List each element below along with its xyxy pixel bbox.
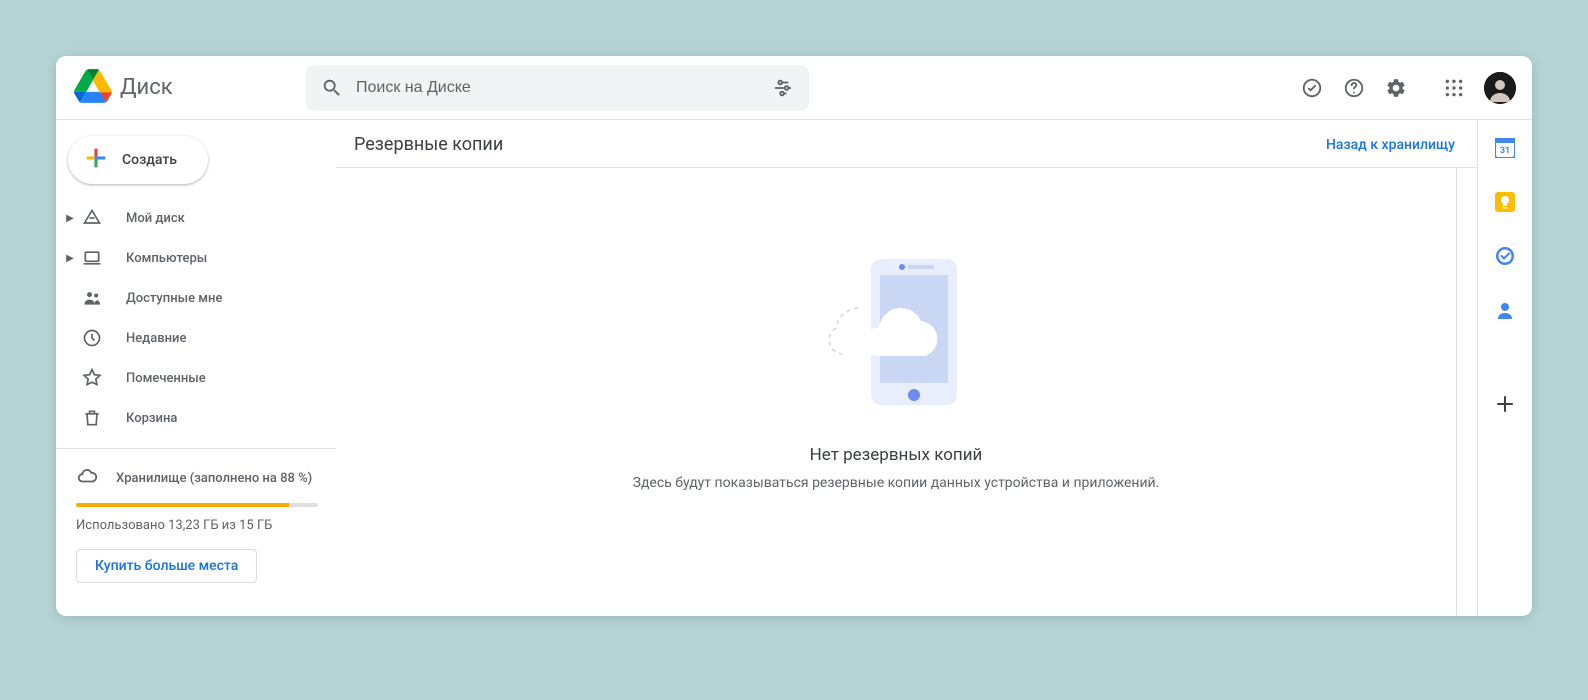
shared-icon — [80, 286, 104, 310]
star-icon — [80, 366, 104, 390]
svg-text:31: 31 — [1500, 146, 1510, 156]
create-button[interactable]: Создать — [68, 136, 208, 184]
settings-gear-icon[interactable] — [1384, 76, 1408, 100]
app-window: Диск — [56, 56, 1532, 616]
storage-link[interactable]: Хранилище (заполнено на 88 %) — [76, 459, 318, 503]
apps-grid-icon[interactable] — [1442, 76, 1466, 100]
sidebar-item-label: Доступные мне — [126, 291, 222, 306]
add-app-button[interactable] — [1495, 394, 1515, 414]
storage-progress — [76, 503, 318, 507]
storage-usage-text: Использовано 13,23 ГБ из 15 ГБ — [76, 517, 318, 535]
sidebar-item-my-drive[interactable]: ▶ Мой диск — [56, 198, 336, 238]
sidebar-item-shared[interactable]: Доступные мне — [56, 278, 336, 318]
chevron-right-icon: ▶ — [64, 253, 76, 264]
sidebar-item-computers[interactable]: ▶ Компьютеры — [56, 238, 336, 278]
buy-storage-button[interactable]: Купить больше места — [76, 549, 257, 583]
logo-area[interactable]: Диск — [68, 69, 306, 107]
keep-app-icon[interactable] — [1495, 192, 1515, 212]
storage-section: Хранилище (заполнено на 88 %) Использова… — [56, 459, 336, 583]
storage-label: Хранилище (заполнено на 88 %) — [116, 471, 312, 486]
sidebar-item-label: Корзина — [126, 411, 177, 426]
plus-icon — [82, 144, 110, 176]
side-panel: 31 — [1478, 120, 1532, 616]
clock-icon — [80, 326, 104, 350]
search-icon[interactable] — [320, 76, 344, 100]
laptop-icon — [80, 246, 104, 270]
offline-ready-icon[interactable] — [1300, 76, 1324, 100]
storage-progress-fill — [76, 503, 289, 507]
empty-state-illustration — [826, 253, 966, 417]
back-to-storage-link[interactable]: Назад к хранилищу — [1326, 137, 1455, 153]
sidebar-item-trash[interactable]: Корзина — [56, 398, 336, 438]
sidebar-item-recent[interactable]: Недавние — [56, 318, 336, 358]
calendar-app-icon[interactable]: 31 — [1495, 138, 1515, 158]
account-avatar[interactable] — [1484, 72, 1516, 104]
empty-state-subtext: Здесь будут показываться резервные копии… — [633, 475, 1160, 491]
product-name: Диск — [120, 75, 173, 100]
chevron-right-icon: ▶ — [64, 213, 76, 224]
contacts-app-icon[interactable] — [1495, 300, 1515, 320]
sidebar-item-label: Помеченные — [126, 371, 206, 386]
my-drive-icon — [80, 206, 104, 230]
empty-state-heading: Нет резервных копий — [810, 445, 983, 465]
main-header: Резервные копии Назад к хранилищу — [336, 120, 1477, 168]
tasks-app-icon[interactable] — [1495, 246, 1515, 266]
drive-logo-icon — [74, 69, 112, 107]
sidebar-item-starred[interactable]: Помеченные — [56, 358, 336, 398]
help-icon[interactable] — [1342, 76, 1366, 100]
cloud-icon — [76, 465, 98, 491]
sidebar-item-label: Мой диск — [126, 211, 185, 226]
search-input[interactable] — [356, 79, 759, 97]
trash-icon — [80, 406, 104, 430]
create-button-label: Создать — [122, 152, 177, 168]
main-body: Нет резервных копий Здесь будут показыва… — [336, 168, 1457, 616]
body: Создать ▶ Мой диск ▶ Компьютеры — [56, 120, 1532, 616]
divider — [56, 448, 336, 449]
search-bar[interactable] — [306, 65, 809, 111]
search-options-icon[interactable] — [771, 76, 795, 100]
sidebar: Создать ▶ Мой диск ▶ Компьютеры — [56, 120, 336, 616]
buy-storage-label: Купить больше места — [95, 558, 238, 574]
sidebar-item-label: Компьютеры — [126, 251, 207, 266]
header: Диск — [56, 56, 1532, 120]
main-content: Резервные копии Назад к хранилищу Нет р — [336, 120, 1478, 616]
page-title: Резервные копии — [354, 134, 503, 155]
sidebar-item-label: Недавние — [126, 331, 186, 346]
header-actions — [1284, 72, 1516, 104]
